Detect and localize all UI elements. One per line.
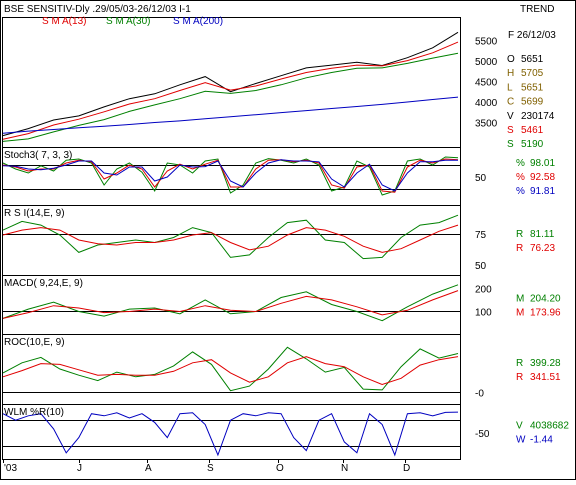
y-tick-label: -0 xyxy=(475,388,484,399)
readout-key: R xyxy=(516,358,523,369)
readout-value: 4038682 xyxy=(530,421,569,432)
chart-canvas: BSE SENSITIV-Dly .29/05/03-26/12/03 I-1 … xyxy=(0,0,576,480)
x-tick-label: J xyxy=(77,463,82,474)
sma200-label: S M A(200) xyxy=(173,16,223,27)
ohlc-key: L xyxy=(507,82,513,93)
y-tick-label: 3500 xyxy=(475,118,498,129)
date-readout: F 26/12/03 xyxy=(508,30,556,41)
readout-key: R xyxy=(516,243,523,254)
readout-value: 76.23 xyxy=(530,243,555,254)
y-tick-label: -50 xyxy=(475,429,490,440)
trend-label: TREND xyxy=(520,4,554,15)
technical-chart: BSE SENSITIV-Dly .29/05/03-26/12/03 I-1 … xyxy=(0,0,576,480)
y-tick-label: 4000 xyxy=(475,98,498,109)
ohlc-key: V xyxy=(507,111,514,122)
ohlc-value: 5651 xyxy=(521,54,544,65)
panel-title: WLM %R(10) xyxy=(4,407,64,418)
readout-key: V xyxy=(516,421,523,432)
readout-value: 91.81 xyxy=(530,186,555,197)
ohlc-key: H xyxy=(507,68,514,79)
panel-title: MACD( 9,24,E, 9) xyxy=(4,278,83,289)
ohlc-value: 5190 xyxy=(521,139,544,150)
panel-title: Stoch3( 7, 3, 3) xyxy=(4,150,72,161)
panel-title: R S I(14,E, 9) xyxy=(4,208,65,219)
x-tick-label: '03 xyxy=(4,463,17,474)
y-tick-label: 50 xyxy=(475,173,487,184)
y-tick-label: 4500 xyxy=(475,77,498,88)
ohlc-key: S xyxy=(507,139,514,150)
sma13-label: S M A(13) xyxy=(42,16,86,27)
readout-value: -1.44 xyxy=(530,435,553,446)
y-tick-label: 5000 xyxy=(475,57,498,68)
panel-title: ROC(10,E, 9) xyxy=(4,337,65,348)
chart-title: BSE SENSITIV-Dly .29/05/03-26/12/03 I-1 xyxy=(4,4,191,15)
readout-key: % xyxy=(516,158,525,169)
ohlc-key: O xyxy=(507,54,515,65)
readout-value: 98.01 xyxy=(530,158,555,169)
x-tick-label: O xyxy=(276,463,284,474)
readout-value: 92.58 xyxy=(530,172,555,183)
x-tick-label: S xyxy=(207,463,214,474)
y-tick-label: 50 xyxy=(475,261,487,272)
readout-value: 341.51 xyxy=(530,372,561,383)
readout-key: R xyxy=(516,229,523,240)
readout-key: M xyxy=(516,294,524,305)
readout-key: R xyxy=(516,372,523,383)
x-tick-label: N xyxy=(341,463,348,474)
x-tick-label: D xyxy=(403,463,410,474)
readout-value: 399.28 xyxy=(530,358,561,369)
y-tick-label: 5500 xyxy=(475,36,498,47)
x-tick-label: A xyxy=(145,463,152,474)
ohlc-value: 5699 xyxy=(521,97,544,108)
ohlc-value: 5461 xyxy=(521,125,544,136)
y-tick-label: 200 xyxy=(475,284,492,295)
ohlc-key: S xyxy=(507,125,514,136)
readout-key: W xyxy=(516,435,526,446)
readout-key: % xyxy=(516,172,525,183)
ohlc-key: C xyxy=(507,97,514,108)
y-tick-label: 100 xyxy=(475,307,492,318)
ohlc-value: 230174 xyxy=(521,111,555,122)
readout-key: M xyxy=(516,308,524,319)
readout-value: 173.96 xyxy=(530,308,561,319)
readout-value: 204.20 xyxy=(530,294,561,305)
readout-value: 81.11 xyxy=(530,229,555,240)
ohlc-value: 5651 xyxy=(521,82,544,93)
ohlc-value: 5705 xyxy=(521,68,544,79)
sma30-label: S M A(30) xyxy=(106,16,150,27)
readout-key: % xyxy=(516,186,525,197)
y-tick-label: 75 xyxy=(475,230,487,241)
